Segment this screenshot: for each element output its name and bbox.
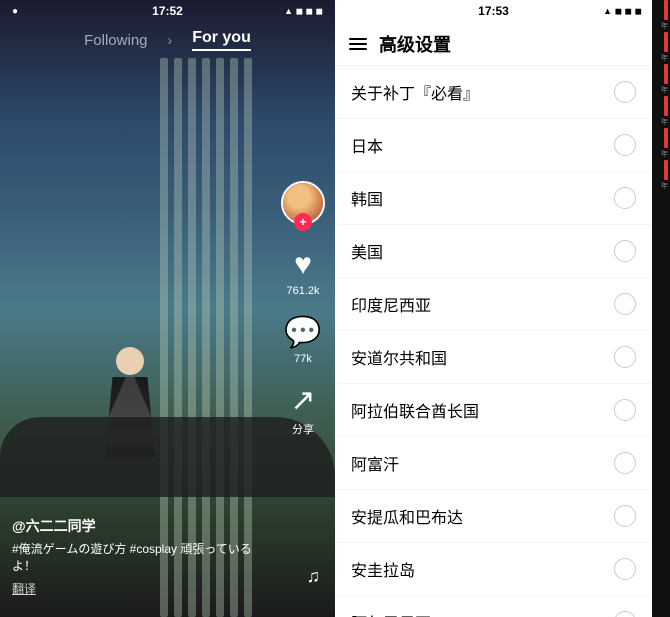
settings-item[interactable]: 阿富汗 <box>335 437 652 490</box>
settings-item-label: 安提瓜和巴布达 <box>351 504 463 528</box>
hamburger-line-1 <box>349 38 367 40</box>
like-count: 761.2k <box>286 285 319 297</box>
settings-item-label: 阿尔巴尼亚 <box>351 610 431 617</box>
side-item-4: 年 <box>652 53 670 63</box>
side-item-7 <box>652 96 670 116</box>
time-right: 17:53 <box>478 4 509 18</box>
settings-radio-button[interactable] <box>614 134 636 156</box>
side-item-3 <box>652 32 670 52</box>
settings-item-label: 阿拉伯联合酋长国 <box>351 398 479 422</box>
settings-item[interactable]: 美国 <box>335 225 652 278</box>
settings-title: 高级设置 <box>379 31 451 57</box>
settings-item-label: 日本 <box>351 133 383 157</box>
settings-radio-button[interactable] <box>614 240 636 262</box>
comment-icon: 💬 <box>284 315 321 350</box>
settings-radio-button[interactable] <box>614 505 636 527</box>
settings-header: 高级设置 <box>335 22 652 66</box>
share-button[interactable]: ↗ 分享 <box>290 383 315 437</box>
comment-count: 77k <box>294 353 312 365</box>
settings-item-label: 美国 <box>351 239 383 263</box>
like-button[interactable]: ♥ 761.2k <box>286 248 319 297</box>
share-icon: ↗ <box>290 383 315 418</box>
settings-item[interactable]: 韩国 <box>335 172 652 225</box>
tab-following[interactable]: Following <box>84 32 147 49</box>
settings-radio-button[interactable] <box>614 611 636 617</box>
hamburger-line-3 <box>349 48 367 50</box>
heart-icon: ♥ <box>294 248 312 282</box>
share-label: 分享 <box>292 421 314 437</box>
settings-item[interactable]: 安道尔共和国 <box>335 331 652 384</box>
time-left: 17:52 <box>152 4 183 18</box>
settings-item[interactable]: 关于补丁『必看』 <box>335 66 652 119</box>
settings-panel: 17:53 ▲ ◼ ◼ ◼ 高级设置 关于补丁『必看』日本韩国美国印度尼西亚安道… <box>335 0 652 617</box>
settings-radio-button[interactable] <box>614 81 636 103</box>
settings-item-label: 安道尔共和国 <box>351 345 447 369</box>
settings-list: 关于补丁『必看』日本韩国美国印度尼西亚安道尔共和国阿拉伯联合酋长国阿富汗安提瓜和… <box>335 66 652 617</box>
nav-tabs: Following › For you <box>0 22 335 58</box>
status-bar-right: 17:53 ▲ ◼ ◼ ◼ <box>335 0 652 22</box>
music-icon: ♫ <box>307 566 321 587</box>
settings-radio-button[interactable] <box>614 558 636 580</box>
status-icons-right: ▲ ◼ ◼ ◼ <box>284 6 323 17</box>
side-item-11 <box>652 160 670 180</box>
status-bar-left: ● 17:52 ▲ ◼ ◼ ◼ <box>0 0 335 22</box>
side-item-2: 年 <box>652 21 670 31</box>
status-icons-left: ● <box>12 6 18 17</box>
hamburger-menu-icon[interactable] <box>349 38 367 50</box>
settings-radio-button[interactable] <box>614 452 636 474</box>
right-panel: 年 年 年 年 年 年 17:53 ▲ ◼ ◼ ◼ 高级设置 <box>335 0 670 617</box>
side-indicators: 年 年 年 年 年 年 <box>652 0 670 617</box>
bottom-info: @六二二同学 #俺流ゲームの遊び方 #cosplay 頑張っているよ！ 翻译 <box>12 516 265 597</box>
avatar-container[interactable]: + <box>281 181 325 225</box>
left-panel: ● 17:52 ▲ ◼ ◼ ◼ Following › For you + ♥ … <box>0 0 335 617</box>
settings-item-label: 印度尼西亚 <box>351 292 431 316</box>
settings-radio-button[interactable] <box>614 187 636 209</box>
settings-item[interactable]: 安圭拉岛 <box>335 543 652 596</box>
settings-item[interactable]: 阿拉伯联合酋长国 <box>335 384 652 437</box>
right-actions: + ♥ 761.2k 💬 77k ↗ 分享 <box>281 181 325 437</box>
side-item-9 <box>652 128 670 148</box>
tab-for-you[interactable]: For you <box>192 29 251 51</box>
settings-radio-button[interactable] <box>614 399 636 421</box>
settings-radio-button[interactable] <box>614 346 636 368</box>
username[interactable]: @六二二同学 <box>12 516 265 536</box>
side-item-6: 年 <box>652 85 670 95</box>
settings-item-label: 韩国 <box>351 186 383 210</box>
settings-item[interactable]: 安提瓜和巴布达 <box>335 490 652 543</box>
translate-button[interactable]: 翻译 <box>12 580 265 597</box>
settings-item-label: 安圭拉岛 <box>351 557 415 581</box>
side-item-8: 年 <box>652 117 670 127</box>
side-item-5 <box>652 64 670 84</box>
comment-button[interactable]: 💬 77k <box>284 315 321 365</box>
side-item-1 <box>652 0 670 20</box>
side-item-10: 年 <box>652 149 670 159</box>
hamburger-line-2 <box>349 43 367 45</box>
settings-item[interactable]: 日本 <box>335 119 652 172</box>
nav-separator: › <box>168 32 173 48</box>
settings-item-label: 阿富汗 <box>351 451 399 475</box>
post-description: #俺流ゲームの遊び方 #cosplay 頑張っているよ！ <box>12 541 265 575</box>
settings-item[interactable]: 印度尼西亚 <box>335 278 652 331</box>
follow-plus-badge[interactable]: + <box>294 213 312 231</box>
side-item-12: 年 <box>652 181 670 191</box>
settings-item[interactable]: 阿尔巴尼亚 <box>335 596 652 617</box>
settings-item-label: 关于补丁『必看』 <box>351 80 479 104</box>
settings-radio-button[interactable] <box>614 293 636 315</box>
